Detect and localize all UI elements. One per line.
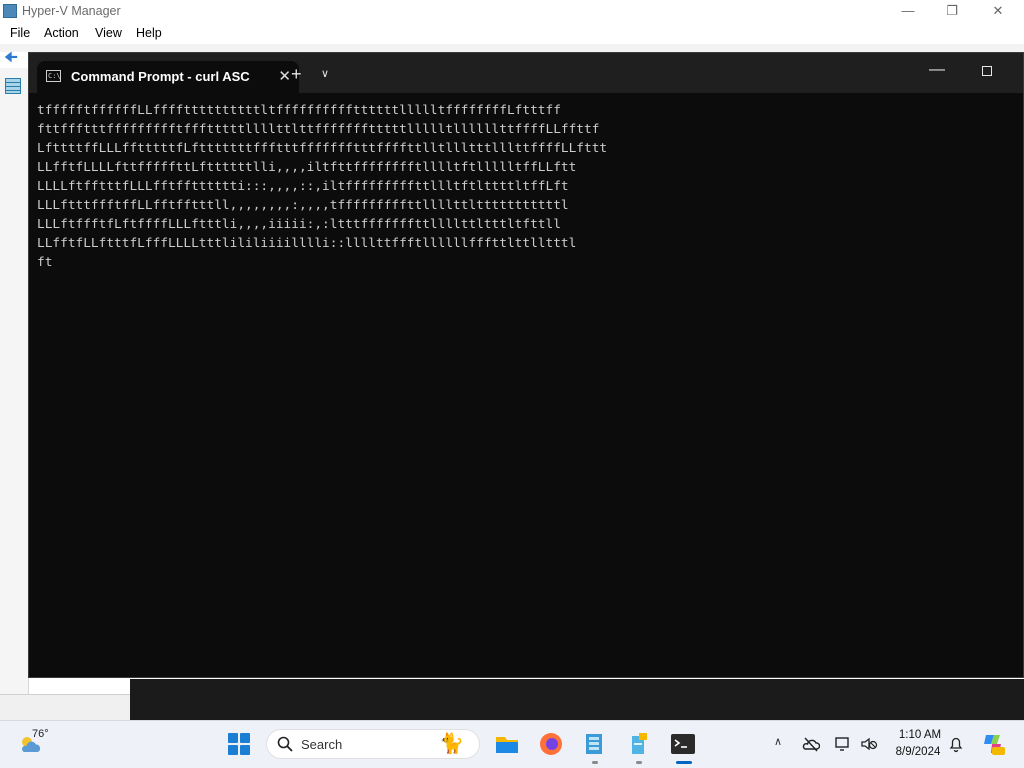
- notification-bell-icon[interactable]: [948, 735, 964, 753]
- network-icon[interactable]: [834, 735, 852, 753]
- taskbar-search-box[interactable]: Search 🐈: [266, 729, 480, 759]
- hyperv-app-icon: [3, 4, 17, 18]
- new-tab-plus-icon[interactable]: +: [291, 65, 302, 83]
- server-app-icon[interactable]: [626, 731, 652, 757]
- search-highlight-cat-icon: 🐈: [439, 733, 464, 755]
- terminal-minimize-button[interactable]: —: [929, 61, 945, 79]
- volume-muted-icon[interactable]: [860, 735, 878, 753]
- firefox-icon[interactable]: [538, 731, 564, 757]
- hyperv-window-title: Hyper-V Manager: [22, 4, 121, 18]
- terminal-tab[interactable]: C:\ Command Prompt - curl ASC ✕: [37, 61, 299, 93]
- output-line: ft: [37, 255, 53, 270]
- output-line: LLfftfLLLLfttfffffttLfttttttlli,,,,iltft…: [37, 160, 577, 175]
- output-line: LLLLftfftttfLLLfftfftttttti:::,,,,::,ilt…: [37, 179, 569, 194]
- menu-file[interactable]: File: [10, 26, 30, 40]
- terminal-output[interactable]: tffffftffffffLLffffttttttttttltfffffffff…: [37, 101, 677, 272]
- output-line: tffffftffffffLLffffttttttttttltfffffffff…: [37, 103, 561, 118]
- hyperv-bottom-strip: [0, 694, 130, 721]
- hyperv-toolbar: [0, 44, 1024, 52]
- output-line: LLfftfLLftttfLfffLLLLtttlililiiiilllli::…: [37, 236, 577, 251]
- restore-button[interactable]: ❐: [930, 0, 974, 22]
- hyperv-titlebar: Hyper-V Manager — ❐ ✕: [0, 0, 1024, 22]
- hyper-v-manager-icon[interactable]: [582, 731, 608, 757]
- file-explorer-icon[interactable]: [494, 731, 520, 757]
- onedrive-cloud-icon[interactable]: [802, 735, 820, 753]
- terminal-maximize-button[interactable]: [982, 66, 992, 76]
- command-prompt-icon: C:\: [46, 70, 61, 82]
- terminal-titlebar: C:\ Command Prompt - curl ASC ✕ + ∨ —: [29, 53, 1023, 93]
- active-app-indicator: [676, 761, 692, 764]
- server-list-icon[interactable]: [5, 78, 21, 94]
- running-indicator: [636, 761, 642, 764]
- output-line: LLLftffftfLftffffLLLftttli,,,,iiiii:,:lt…: [37, 217, 561, 232]
- clock-time[interactable]: 1:10 AM: [896, 729, 944, 741]
- weather-temperature: 76°: [32, 728, 49, 740]
- menu-action[interactable]: Action: [44, 26, 79, 40]
- terminal-window: C:\ Command Prompt - curl ASC ✕ + ∨ — tf…: [28, 52, 1024, 678]
- tab-close-icon[interactable]: ✕: [278, 67, 291, 85]
- taskbar: 76° Search 🐈 ∧ 1:10 AM 8/9/2024: [0, 720, 1024, 768]
- back-arrow-icon[interactable]: 🠈: [4, 50, 24, 66]
- close-button[interactable]: ✕: [976, 0, 1020, 22]
- copilot-icon[interactable]: [980, 731, 1006, 757]
- show-hidden-icons-chevron-icon[interactable]: ∧: [774, 735, 782, 748]
- search-icon: [277, 736, 293, 752]
- windows-start-icon[interactable]: [228, 733, 250, 755]
- search-label: Search: [301, 737, 343, 752]
- output-line: LfttttffLLLfftttttfLftttttttffftttffffff…: [37, 141, 608, 156]
- clock-date[interactable]: 8/9/2024: [890, 746, 946, 758]
- background-window-strip: [130, 679, 1024, 720]
- minimize-button[interactable]: —: [886, 0, 930, 22]
- menu-help[interactable]: Help: [136, 26, 162, 40]
- chevron-down-icon[interactable]: ∨: [321, 67, 329, 80]
- output-line: fttffftttffffffffftffftttttllllttlttffff…: [37, 122, 600, 137]
- tab-title: Command Prompt - curl ASC: [71, 69, 250, 84]
- output-line: LLLftttffftffLLfftfftttll,,,,,,,,:,,,,tf…: [37, 198, 569, 213]
- hyperv-tree-pane: [0, 68, 29, 694]
- running-indicator: [592, 761, 598, 764]
- menu-view[interactable]: View: [95, 26, 122, 40]
- hyperv-menubar: File Action View Help: [0, 22, 1024, 44]
- terminal-app-icon[interactable]: [670, 731, 696, 757]
